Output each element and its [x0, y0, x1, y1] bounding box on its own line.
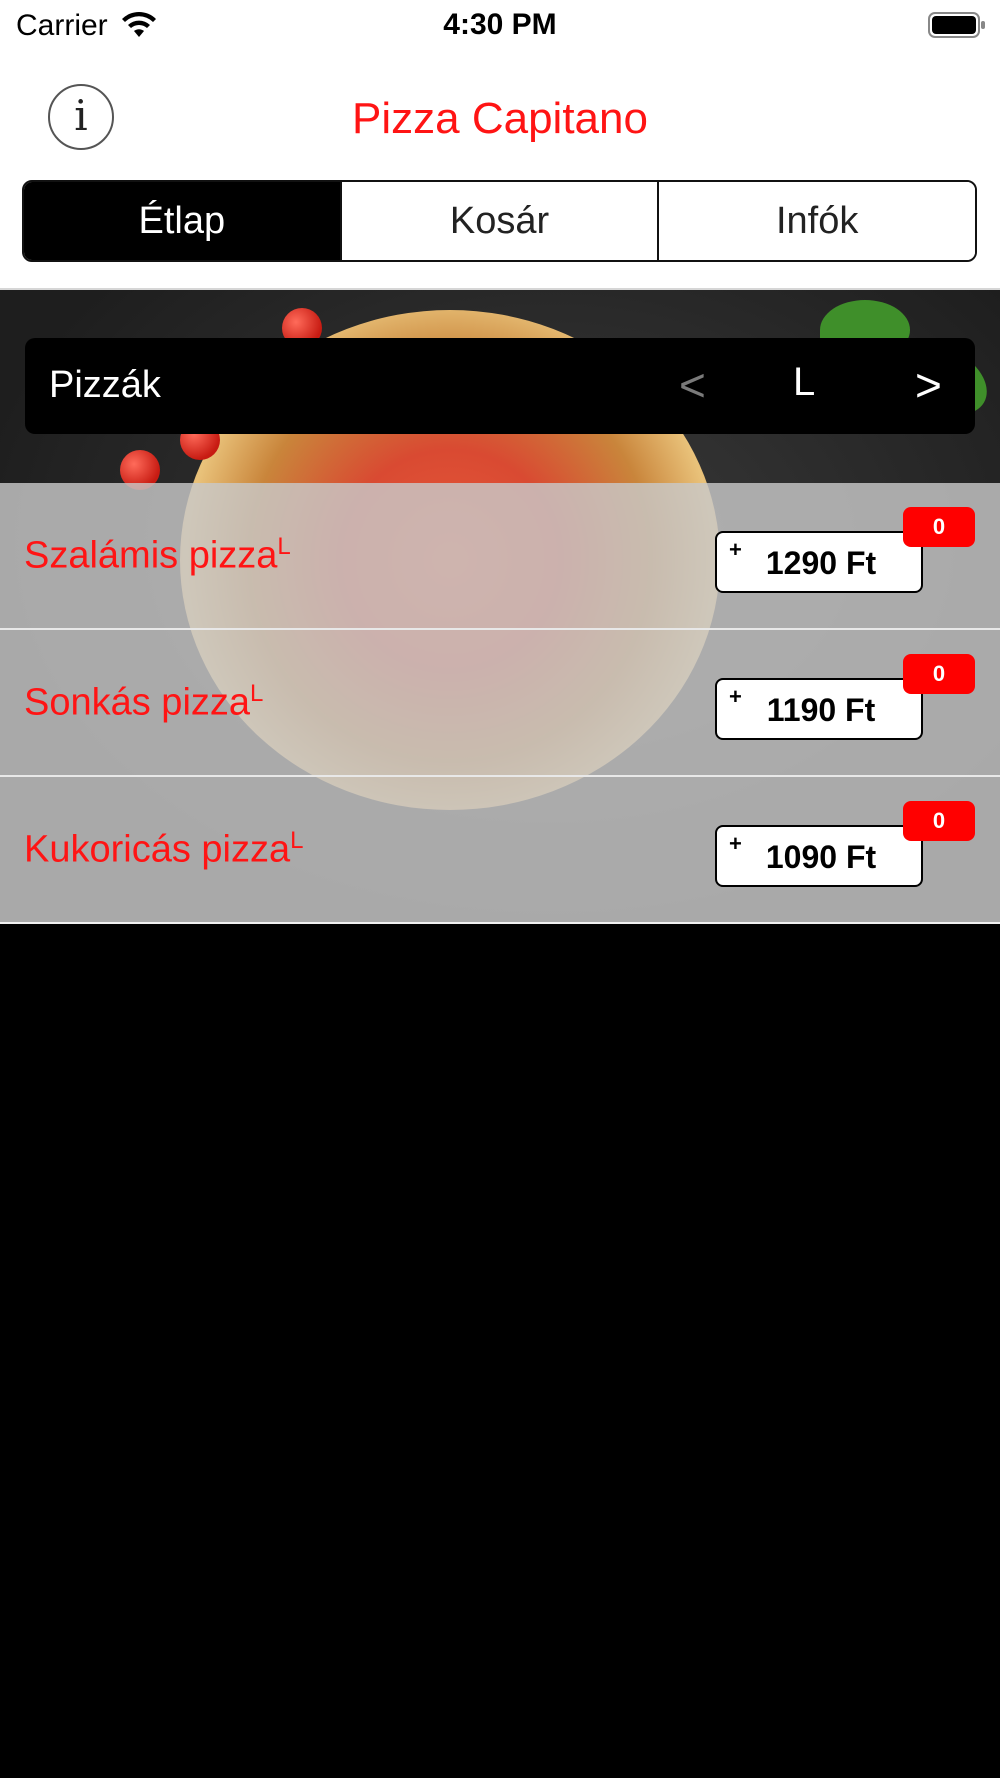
menu-item-row[interactable]: Kukoricás pizzaL + 1090 Ft 0 — [0, 777, 1000, 924]
segmented-control: Étlap Kosár Infók — [22, 180, 977, 262]
item-price: 1290 Ft — [765, 545, 877, 581]
item-count-badge: 0 — [903, 507, 975, 547]
status-bar: Carrier 4:30 PM — [0, 0, 1000, 52]
next-category-button[interactable]: > — [915, 358, 942, 412]
prev-category-button[interactable]: < — [679, 358, 706, 412]
item-price: 1090 Ft — [765, 839, 877, 875]
menu-section: Pizzák < L > Szalámis pizzaL + 1290 Ft 0… — [0, 290, 1000, 924]
tab-kosar[interactable]: Kosár — [339, 182, 658, 260]
menu-item-row[interactable]: Sonkás pizzaL + 1190 Ft 0 — [0, 630, 1000, 777]
item-tag: L — [250, 680, 264, 707]
item-name: Sonkás pizzaL — [24, 680, 264, 724]
battery-full-icon — [928, 12, 985, 38]
item-tag: L — [290, 827, 304, 854]
item-price: 1190 Ft — [766, 692, 876, 728]
category-title: Pizzák — [49, 364, 161, 406]
app-screen: Carrier 4:30 PM i Pizza Capitano Étlap K… — [0, 0, 1000, 1778]
item-count-badge: 0 — [903, 654, 975, 694]
add-to-cart-button[interactable]: + 1090 Ft — [715, 825, 923, 887]
item-count-badge: 0 — [903, 801, 975, 841]
add-to-cart-button[interactable]: + 1290 Ft — [715, 531, 923, 593]
add-to-cart-button[interactable]: + 1190 Ft — [715, 678, 923, 740]
item-name: Kukoricás pizzaL — [24, 827, 304, 871]
menu-item-list: Szalámis pizzaL + 1290 Ft 0 Sonkás pizza… — [0, 483, 1000, 924]
item-tag: L — [277, 533, 291, 560]
category-bar: Pizzák < L > — [25, 338, 975, 434]
size-label: L — [793, 360, 816, 404]
status-time: 4:30 PM — [443, 8, 557, 41]
app-header: i Pizza Capitano Étlap Kosár Infók — [0, 52, 1000, 290]
tab-infok[interactable]: Infók — [657, 182, 975, 260]
tab-etlap[interactable]: Étlap — [24, 182, 340, 260]
app-title: Pizza Capitano — [352, 94, 648, 143]
item-name: Szalámis pizzaL — [24, 533, 291, 577]
menu-item-row[interactable]: Szalámis pizzaL + 1290 Ft 0 — [0, 483, 1000, 630]
